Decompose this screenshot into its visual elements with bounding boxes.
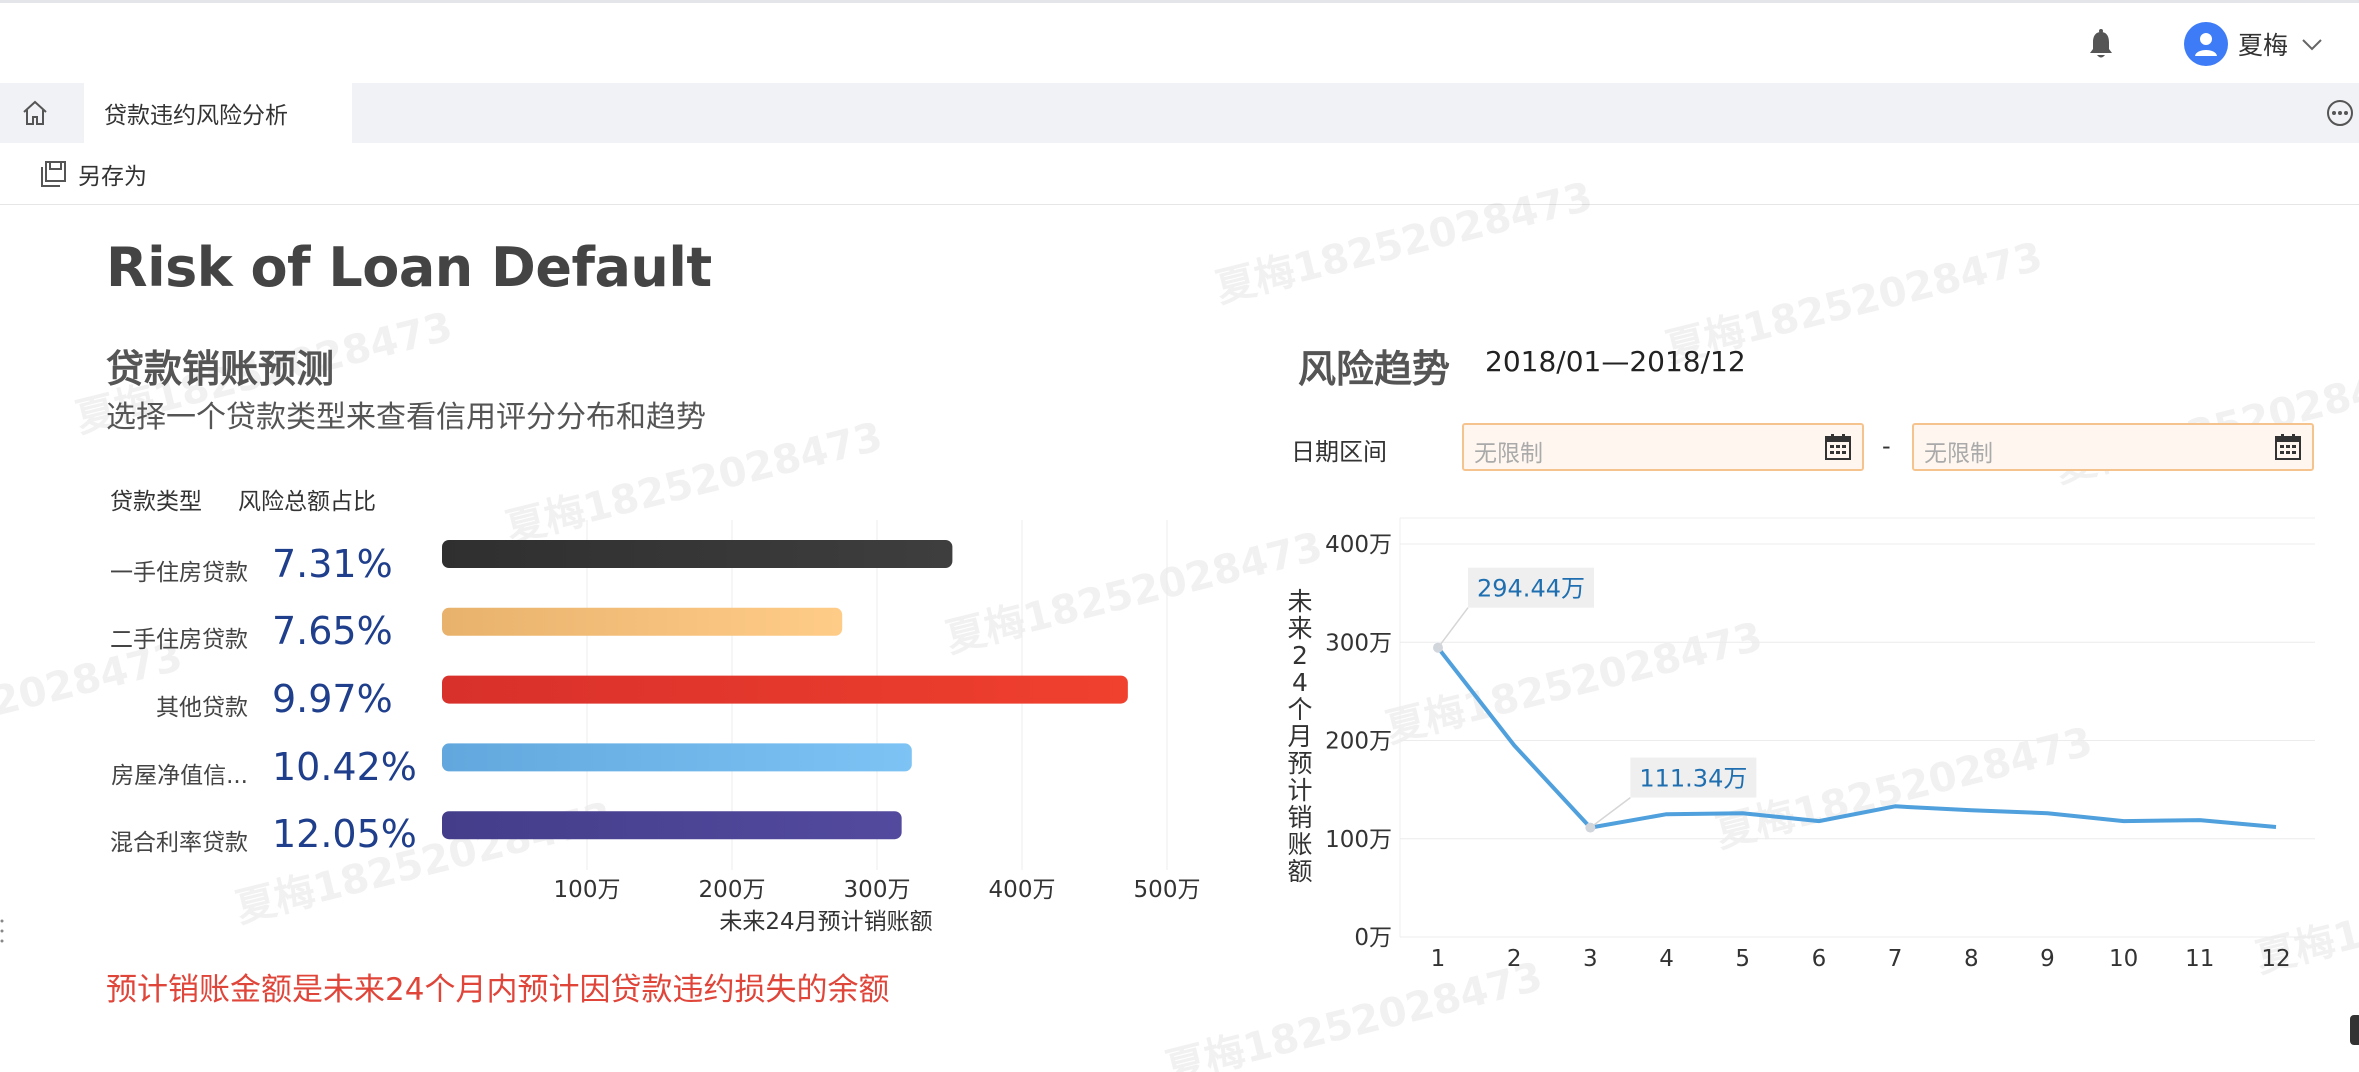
x-tick-label: 11 bbox=[2185, 946, 2214, 972]
end-date-input[interactable]: 无限制 bbox=[1912, 423, 2314, 471]
category-label[interactable]: 房屋净值信... bbox=[68, 756, 248, 790]
x-tick-label: 500万 bbox=[1134, 877, 1201, 903]
y-tick-label: 100万 bbox=[1325, 827, 1392, 853]
home-tab[interactable] bbox=[0, 83, 70, 143]
start-date-placeholder: 无限制 bbox=[1474, 441, 1543, 467]
watermark: 夏梅18252028473 bbox=[2049, 344, 2359, 494]
x-tick-label: 4 bbox=[1659, 946, 1674, 972]
writeoff-bar-chart: 100万 200万 300万 400万 500万未来24月预计销账额 bbox=[442, 520, 1201, 935]
right-section-title: 风险趋势 bbox=[1298, 347, 1451, 391]
x-tick-label: 5 bbox=[1735, 946, 1750, 972]
user-avatar-icon[interactable] bbox=[2184, 22, 2228, 66]
x-tick-label: 7 bbox=[1888, 946, 1903, 972]
chevron-down-icon[interactable] bbox=[2300, 32, 2324, 56]
scroll-handle[interactable] bbox=[2350, 1015, 2359, 1045]
start-date-input[interactable]: 无限制 bbox=[1462, 423, 1864, 471]
date-range-text: 2018/01—2018/12 bbox=[1485, 345, 1746, 378]
risk-ratio-value: 7.31% bbox=[272, 542, 393, 586]
toolbar: 另存为 bbox=[0, 143, 2359, 205]
category-label[interactable]: 混合利率贷款 bbox=[68, 823, 248, 857]
bar bbox=[442, 675, 1128, 704]
top-header: 夏梅 bbox=[0, 3, 2359, 83]
left-section-title: 贷款销账预测 bbox=[106, 347, 335, 391]
y-axis-label: 未来 2 4 个月预计销账额 bbox=[1287, 587, 1312, 886]
resize-handle[interactable] bbox=[0, 918, 4, 944]
bar bbox=[442, 811, 902, 840]
data-label: 111.34万 bbox=[1639, 765, 1747, 793]
save-as-button[interactable]: 另存为 bbox=[38, 157, 147, 191]
x-axis-label: 未来24月预计销账额 bbox=[719, 909, 932, 935]
end-date-placeholder: 无限制 bbox=[1924, 441, 1993, 467]
x-tick-label: 8 bbox=[1964, 946, 1979, 972]
tab-label: 贷款违约风险分析 bbox=[104, 103, 288, 129]
left-section-subtitle: 选择一个贷款类型来查看信用评分分布和趋势 bbox=[106, 400, 706, 435]
bar bbox=[442, 607, 843, 636]
tab-loan-default-analysis[interactable]: 贷款违约风险分析 bbox=[84, 83, 352, 143]
column-header-risk-ratio: 风险总额占比 bbox=[238, 489, 376, 515]
risk-ratio-value: 12.05% bbox=[272, 812, 417, 856]
bell-icon[interactable] bbox=[2088, 29, 2114, 59]
page-title: Risk of Loan Default bbox=[106, 236, 712, 299]
bar bbox=[442, 540, 953, 568]
app-root: 夏梅 贷款违约风险分析 另存为 夏梅18252028473 夏梅18252028… bbox=[0, 0, 2359, 1072]
date-filter-label: 日期区间 bbox=[1291, 438, 1387, 466]
column-header-loan-type: 贷款类型 bbox=[110, 489, 202, 515]
x-tick-label: 100万 bbox=[554, 877, 621, 903]
risk-ratio-value: 10.42% bbox=[272, 745, 417, 789]
risk-ratio-value: 9.97% bbox=[272, 677, 393, 721]
save-as-icon bbox=[41, 161, 66, 187]
x-tick-label: 300万 bbox=[844, 877, 911, 903]
x-tick-label: 400万 bbox=[989, 877, 1056, 903]
y-tick-label: 200万 bbox=[1325, 729, 1392, 755]
x-tick-label: 200万 bbox=[699, 877, 766, 903]
risk-ratio-value: 7.65% bbox=[272, 609, 393, 653]
x-tick-label: 12 bbox=[2261, 946, 2290, 972]
calendar-icon[interactable] bbox=[1824, 433, 1852, 461]
y-tick-label: 0万 bbox=[1354, 925, 1392, 951]
user-menu[interactable]: 夏梅 bbox=[2184, 21, 2324, 67]
user-name: 夏梅 bbox=[2238, 31, 2289, 60]
x-tick-label: 3 bbox=[1583, 946, 1598, 972]
date-separator: - bbox=[1882, 432, 1891, 460]
more-icon[interactable] bbox=[2326, 99, 2354, 127]
x-tick-label: 9 bbox=[2040, 946, 2055, 972]
calendar-icon[interactable] bbox=[2274, 433, 2302, 461]
trend-line bbox=[1436, 646, 2277, 830]
x-tick-label: 10 bbox=[2109, 946, 2138, 972]
footnote: 预计销账金额是未来24个月内预计因贷款违约损失的余额 bbox=[106, 972, 890, 1008]
save-as-label: 另存为 bbox=[78, 164, 147, 190]
y-tick-label: 300万 bbox=[1325, 630, 1392, 656]
risk-trend-line-chart: 0万100万200万300万400万未来 2 4 个月预计销账额1 2 3 4 5 6 7 8 9 10… bbox=[1287, 517, 2315, 972]
data-label: 294.44万 bbox=[1477, 575, 1585, 603]
label-leader-line bbox=[1437, 607, 1469, 649]
x-tick-label: 6 bbox=[1812, 946, 1827, 972]
x-tick-label: 2 bbox=[1507, 946, 1522, 972]
category-label[interactable]: 其他贷款 bbox=[68, 688, 248, 722]
home-icon[interactable] bbox=[20, 98, 50, 128]
bar bbox=[442, 743, 912, 772]
y-tick-label: 400万 bbox=[1325, 532, 1392, 558]
tab-bar: 贷款违约风险分析 bbox=[0, 83, 2359, 143]
x-tick-label: 1 bbox=[1431, 946, 1446, 972]
category-label[interactable]: 一手住房贷款 bbox=[68, 553, 248, 587]
category-label[interactable]: 二手住房贷款 bbox=[68, 620, 248, 654]
